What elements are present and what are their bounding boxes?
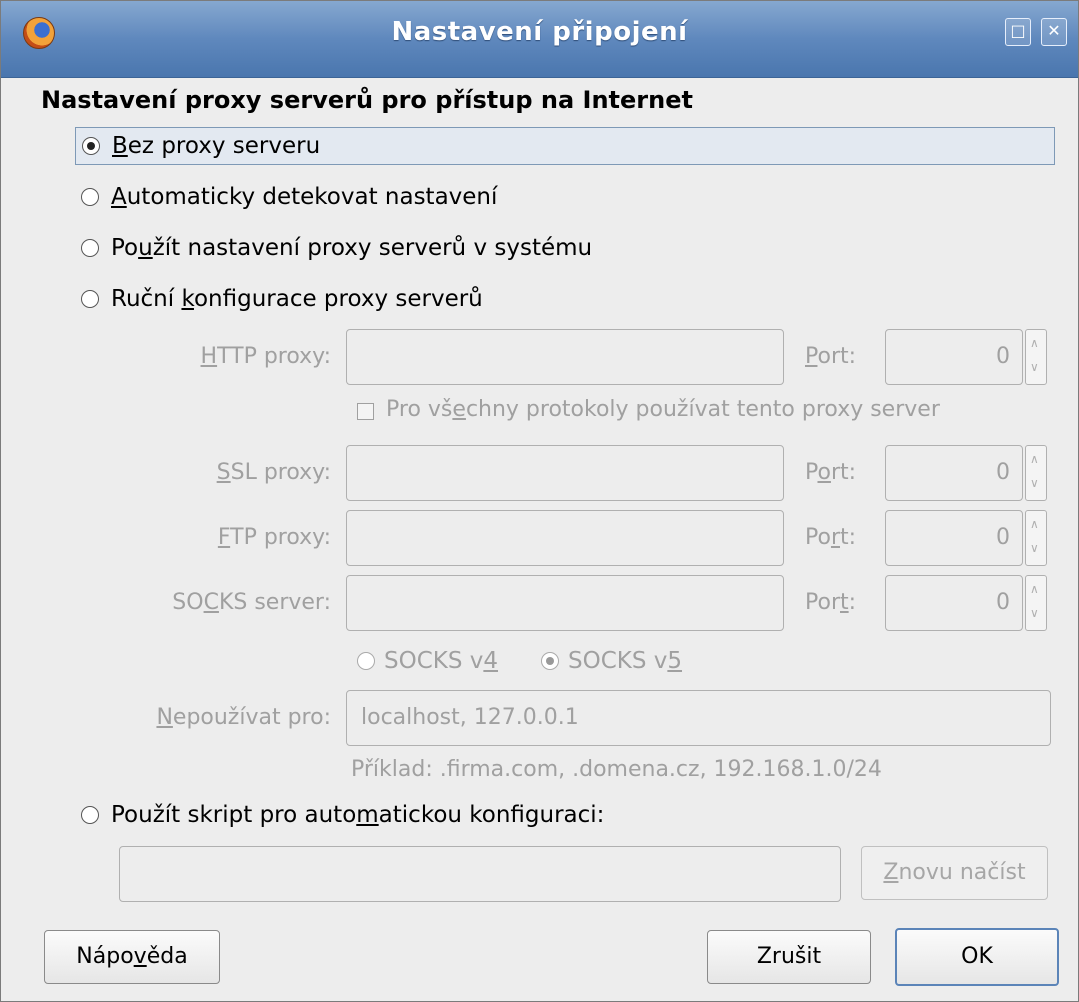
radio-manual-proxy-indicator[interactable]: [81, 290, 99, 308]
no-proxy-example: Příklad: .firma.com, .domena.cz, 192.168…: [351, 757, 882, 782]
radio-no-proxy[interactable]: Bez proxy serveru: [75, 127, 1055, 165]
radio-no-proxy-indicator[interactable]: [82, 137, 100, 155]
no-proxy-input[interactable]: localhost, 127.0.0.1: [346, 690, 1051, 746]
http-port-spinner[interactable]: [1025, 329, 1047, 385]
socks-server-input[interactable]: [346, 575, 784, 631]
radio-socks-v4-indicator[interactable]: [357, 652, 375, 670]
radio-socks-v4-label[interactable]: SOCKS v4: [384, 648, 498, 674]
radio-system-proxy[interactable]: Použít nastavení proxy serverů v systému: [81, 229, 592, 267]
connection-settings-dialog: Nastavení připojení □ ✕ Nastavení proxy …: [0, 0, 1079, 1002]
maximize-icon[interactable]: □: [1005, 18, 1031, 46]
radio-no-proxy-label[interactable]: Bez proxy serveru: [112, 133, 320, 159]
ftp-port-label: Port:: [805, 525, 857, 550]
radio-manual-proxy-label[interactable]: Ruční konfigurace proxy serverů: [111, 286, 483, 312]
socks-port-spinner[interactable]: [1025, 575, 1047, 631]
http-port-input[interactable]: 0: [885, 329, 1023, 385]
socks-port-label: Port:: [805, 590, 857, 615]
ssl-proxy-input[interactable]: [346, 445, 784, 501]
radio-system-proxy-label[interactable]: Použít nastavení proxy serverů v systému: [111, 235, 592, 261]
radio-socks-v4[interactable]: SOCKS v4: [357, 642, 498, 680]
cancel-button[interactable]: Zrušit: [707, 930, 871, 984]
title-bar[interactable]: Nastavení připojení □ ✕: [1, 1, 1078, 78]
ssl-port-label: Port:: [805, 460, 857, 485]
radio-auto-config-label[interactable]: Použít skript pro automatickou konfigura…: [111, 802, 604, 828]
proxy-settings-heading: Nastavení proxy serverů pro přístup na I…: [41, 86, 693, 114]
ssl-port-spinner[interactable]: [1025, 445, 1047, 501]
auto-config-url-input[interactable]: [119, 846, 841, 902]
window-title: Nastavení připojení: [391, 17, 688, 47]
radio-manual-proxy[interactable]: Ruční konfigurace proxy serverů: [81, 280, 483, 318]
close-icon[interactable]: ✕: [1041, 18, 1067, 46]
reload-button[interactable]: Znovu načíst: [861, 846, 1048, 900]
radio-auto-detect-indicator[interactable]: [81, 188, 99, 206]
radio-auto-config[interactable]: Použít skript pro automatickou konfigura…: [81, 796, 604, 834]
ok-button[interactable]: OK: [895, 928, 1059, 986]
radio-auto-detect[interactable]: Automaticky detekovat nastavení: [81, 178, 497, 216]
no-proxy-label: Nepoužívat pro:: [156, 705, 331, 730]
help-button[interactable]: Nápověda: [44, 930, 220, 984]
ftp-port-spinner[interactable]: [1025, 510, 1047, 566]
radio-auto-detect-label[interactable]: Automaticky detekovat nastavení: [111, 184, 497, 210]
socks-server-label: SOCKS server:: [172, 590, 331, 615]
share-all-label[interactable]: Pro všechny protokoly používat tento pro…: [386, 397, 940, 422]
radio-auto-config-indicator[interactable]: [81, 806, 99, 824]
radio-socks-v5-indicator[interactable]: [541, 652, 559, 670]
http-proxy-label: HTTP proxy:: [200, 344, 331, 369]
http-port-label: Port:: [805, 344, 857, 369]
http-proxy-input[interactable]: [346, 329, 784, 385]
ftp-proxy-input[interactable]: [346, 510, 784, 566]
ftp-port-input[interactable]: 0: [885, 510, 1023, 566]
no-proxy-value: localhost, 127.0.0.1: [361, 705, 579, 730]
ssl-port-input[interactable]: 0: [885, 445, 1023, 501]
radio-system-proxy-indicator[interactable]: [81, 239, 99, 257]
share-all-checkbox[interactable]: [357, 403, 374, 420]
socks-port-input[interactable]: 0: [885, 575, 1023, 631]
ftp-proxy-label: FTP proxy:: [217, 525, 331, 550]
radio-socks-v5[interactable]: SOCKS v5: [541, 642, 682, 680]
ssl-proxy-label: SSL proxy:: [216, 460, 331, 485]
radio-socks-v5-label[interactable]: SOCKS v5: [568, 648, 682, 674]
